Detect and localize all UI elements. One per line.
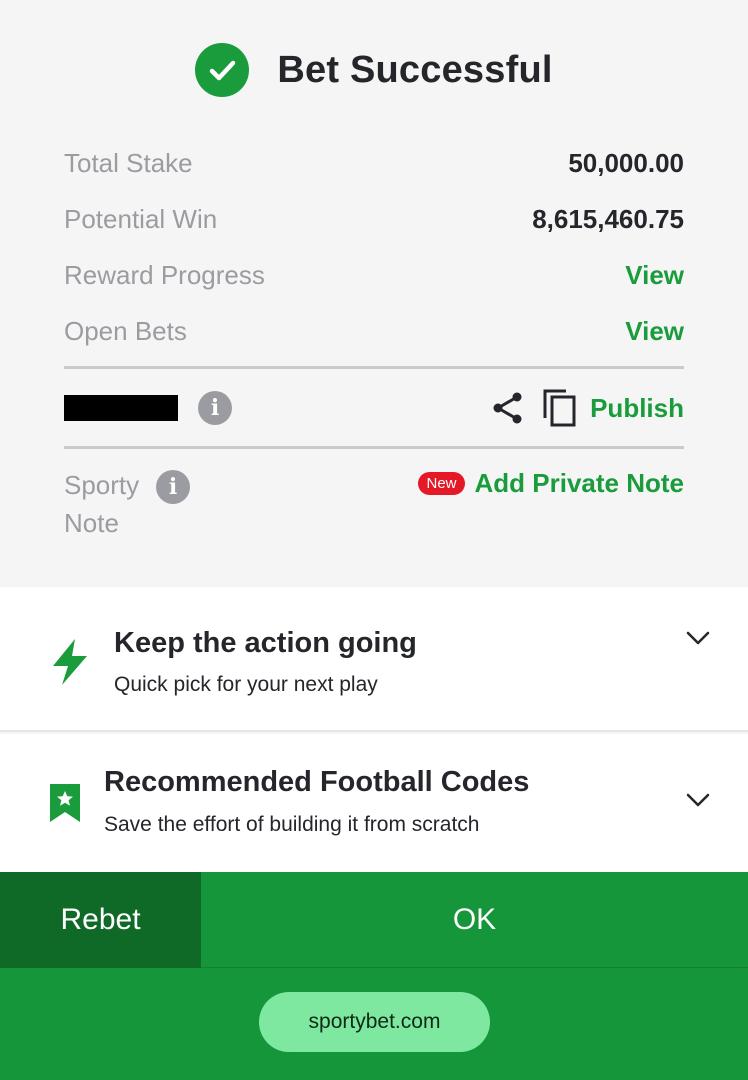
- reward-progress-row: Reward Progress View: [64, 255, 684, 295]
- new-badge: New: [418, 472, 465, 495]
- promo-title: Recommended Football Codes: [104, 766, 530, 798]
- url-bar[interactable]: sportybet.com: [259, 992, 490, 1052]
- publish-button[interactable]: Publish: [590, 393, 684, 424]
- bookmark-star-icon: [48, 782, 82, 824]
- reward-progress-view-link[interactable]: View: [625, 260, 684, 291]
- redacted-booking-code: [64, 395, 178, 421]
- reward-progress-label: Reward Progress: [64, 259, 265, 290]
- promo-subtitle: Quick pick for your next play: [114, 673, 378, 696]
- promo-subtitle: Save the effort of building it from scra…: [104, 813, 480, 836]
- sporty-note-label-line2: Note: [64, 508, 119, 538]
- total-stake-value: 50,000.00: [568, 147, 684, 178]
- rebet-button[interactable]: Rebet: [0, 872, 201, 968]
- ok-button[interactable]: OK: [201, 872, 748, 968]
- divider: [64, 446, 684, 449]
- total-stake-row: Total Stake 50,000.00: [64, 143, 684, 183]
- promo-football-codes[interactable]: Recommended Football Codes Save the effo…: [0, 734, 748, 872]
- chevron-down-icon[interactable]: [686, 793, 710, 812]
- potential-win-value: 8,615,460.75: [532, 203, 684, 234]
- open-bets-view-link[interactable]: View: [625, 316, 684, 347]
- potential-win-label: Potential Win: [64, 203, 218, 234]
- divider: [64, 366, 684, 369]
- sporty-note-info-icon[interactable]: i: [156, 470, 190, 504]
- action-buttons: Rebet OK: [0, 872, 748, 968]
- promo-title: Keep the action going: [114, 627, 417, 659]
- open-bets-label: Open Bets: [64, 315, 187, 346]
- copy-icon[interactable]: [542, 388, 578, 428]
- add-private-note-label: Add Private Note: [474, 468, 685, 498]
- check-circle-icon: [195, 43, 250, 97]
- lightning-icon: [50, 638, 90, 686]
- booking-actions: Publish: [490, 388, 684, 428]
- potential-win-row: Potential Win 8,615,460.75: [64, 199, 684, 239]
- bet-result-card: Bet Successful Total Stake 50,000.00 Pot…: [0, 0, 748, 587]
- browser-bottom-bar: sportybet.com: [0, 968, 748, 1080]
- promo-keep-action[interactable]: Keep the action going Quick pick for you…: [0, 587, 748, 732]
- add-private-note-button[interactable]: New Add Private Note: [418, 468, 684, 499]
- sporty-note-row: Sporty Note i New Add Private Note: [64, 466, 684, 546]
- page-title: Bet Successful: [277, 48, 553, 91]
- booking-code-row: i Publish: [64, 385, 684, 431]
- open-bets-row: Open Bets View: [64, 311, 684, 351]
- total-stake-label: Total Stake: [64, 147, 193, 178]
- chevron-down-icon[interactable]: [686, 631, 710, 650]
- result-header: Bet Successful: [0, 42, 748, 98]
- booking-info-icon[interactable]: i: [198, 391, 232, 425]
- sporty-note-label: Sporty Note i: [64, 466, 194, 542]
- share-icon[interactable]: [490, 390, 526, 426]
